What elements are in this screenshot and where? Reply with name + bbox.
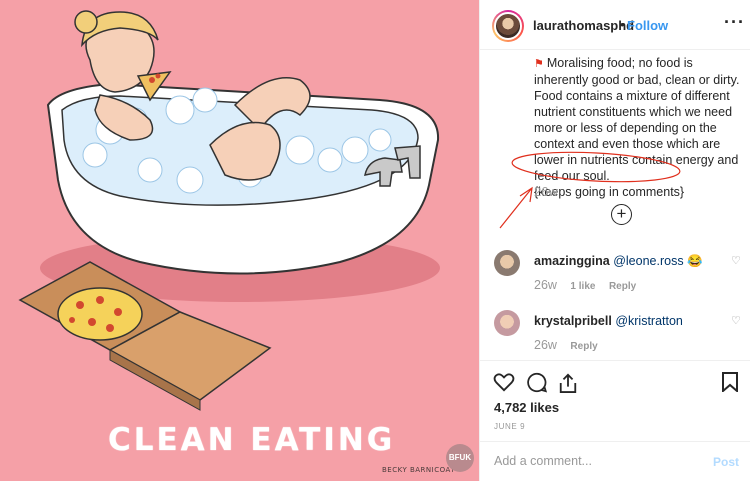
add-comment-box: Post [480, 441, 750, 482]
comment-username[interactable]: amazinggina [534, 254, 610, 268]
comment-text: amazinggina @leone.ross 😂 [534, 254, 724, 269]
header-separator: • [620, 17, 625, 32]
avatar-photo [494, 12, 522, 40]
caption-body: Moralising food; no food is inherently g… [534, 56, 740, 183]
comment-emoji: 😂 [687, 254, 703, 268]
post-button[interactable]: Post [713, 455, 739, 469]
comment-meta: 26w 1 like Reply [534, 278, 636, 292]
actions-bar: 4,782 likes JUNE 9 Post [480, 360, 750, 480]
more-options-icon[interactable]: ··· [724, 12, 745, 33]
header-username[interactable]: laurathomasphd [533, 18, 634, 33]
comment-username[interactable]: krystalpribell [534, 314, 612, 328]
post-side-panel: laurathomasphd • Follow ··· ⚑ Moralising … [479, 0, 750, 481]
comment-time: 26w [534, 278, 557, 292]
post-header: laurathomasphd • Follow ··· [480, 0, 750, 50]
likes-count[interactable]: 4,782 likes [494, 400, 559, 415]
bfuk-stamp: BFUK [446, 444, 474, 472]
comment-avatar[interactable] [494, 310, 520, 336]
comment-bubble-icon[interactable] [526, 372, 548, 393]
comment-reply-button[interactable]: Reply [609, 281, 636, 292]
comment-mention[interactable]: @kristratton [615, 314, 683, 328]
caption-text: ⚑ Moralising food; no food is inherently … [534, 55, 744, 200]
clean-eating-title: CLEAN EATING [108, 422, 396, 458]
share-icon[interactable] [558, 372, 578, 394]
comment-mention[interactable]: @leone.ross [613, 254, 683, 268]
post-date: JUNE 9 [494, 422, 526, 431]
artist-signature: BECKY BARNICOAT [382, 466, 456, 474]
comment-item: amazinggina @leone.ross 😂 26w 1 like Rep… [480, 250, 750, 306]
like-heart-icon[interactable] [493, 372, 515, 392]
bookmark-icon[interactable] [722, 372, 738, 392]
caption-area: ⚑ Moralising food; no food is inherently … [480, 50, 750, 238]
comment-item: krystalpribell @kristratton 26w Reply ♡ [480, 310, 750, 366]
heart-icon[interactable]: ♡ [731, 254, 741, 267]
avatar[interactable] [492, 10, 524, 42]
comment-avatar[interactable] [494, 250, 520, 276]
red-arrow-mark [499, 186, 533, 229]
red-flag-icon: ⚑ [534, 58, 544, 70]
comment-text: krystalpribell @kristratton [534, 314, 724, 328]
comment-likes[interactable]: 1 like [570, 281, 595, 292]
comment-meta: 26w Reply [534, 338, 598, 352]
heart-icon[interactable]: ♡ [731, 314, 741, 327]
comment-input[interactable] [494, 454, 694, 468]
pizza [57, 287, 143, 341]
bathtub-illustration [18, 10, 440, 411]
caption-timestamp: 26w [534, 184, 558, 199]
hair-bun [74, 10, 98, 34]
comment-time: 26w [534, 338, 557, 352]
load-more-comments-button[interactable]: + [611, 204, 632, 225]
post-image[interactable]: CLEAN EATING BECKY BARNICOAT BFUK [0, 0, 479, 481]
comment-reply-button[interactable]: Reply [570, 341, 597, 352]
follow-button[interactable]: Follow [627, 18, 668, 33]
